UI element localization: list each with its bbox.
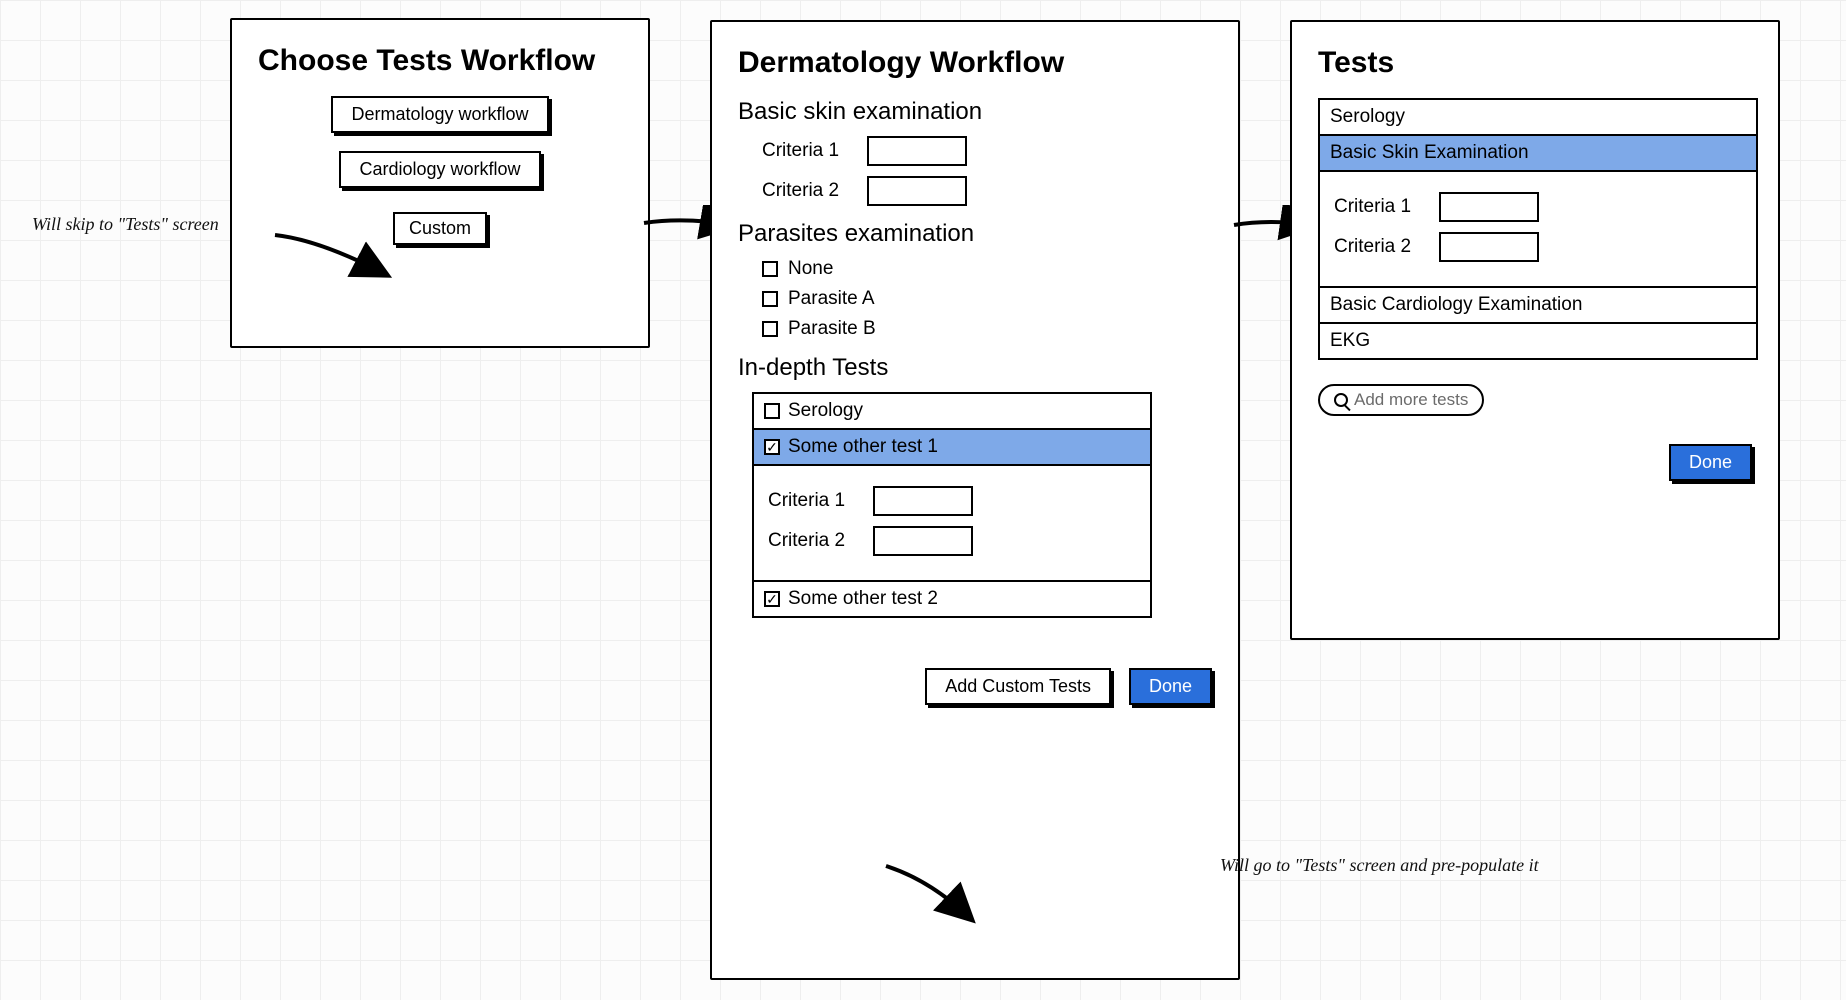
tests-basic-skin-detail: Criteria 1 Criteria 2 bbox=[1320, 172, 1756, 288]
checkbox-other2[interactable] bbox=[764, 591, 780, 607]
indepth-listbox: Serology Some other test 1 Criteria 1 Cr… bbox=[752, 392, 1152, 618]
tests-listbox: Serology Basic Skin Examination Criteria… bbox=[1318, 98, 1758, 360]
basic-skin-criteria2-label: Criteria 2 bbox=[762, 180, 839, 202]
indepth-other2-label: Some other test 2 bbox=[788, 588, 938, 610]
annotation-skip-to-tests: Will skip to "Tests" screen bbox=[32, 214, 219, 235]
indepth-heading: In-depth Tests bbox=[738, 354, 1212, 382]
annotation-prepopulate: Will go to "Tests" screen and pre-popula… bbox=[1220, 855, 1539, 876]
parasite-b-label: Parasite B bbox=[788, 318, 876, 340]
tests-basic-cardiology-label: Basic Cardiology Examination bbox=[1330, 294, 1582, 316]
add-more-tests-search[interactable]: Add more tests bbox=[1318, 384, 1484, 416]
parasite-option-none[interactable]: None bbox=[762, 258, 1212, 280]
search-icon bbox=[1334, 393, 1348, 407]
panel3-done-button[interactable]: Done bbox=[1669, 444, 1752, 481]
checkbox-none[interactable] bbox=[762, 261, 778, 277]
basic-skin-criteria1-label: Criteria 1 bbox=[762, 140, 839, 162]
parasites-heading: Parasites examination bbox=[738, 220, 1212, 248]
indepth-row-serology[interactable]: Serology bbox=[754, 394, 1150, 430]
basic-skin-criteria2-input[interactable] bbox=[867, 176, 967, 206]
indepth-other1-criteria1-label: Criteria 1 bbox=[768, 490, 845, 512]
parasite-option-b[interactable]: Parasite B bbox=[762, 318, 1212, 340]
indepth-other1-criteria1-input[interactable] bbox=[873, 486, 973, 516]
add-more-tests-label: Add more tests bbox=[1354, 390, 1468, 410]
indepth-row-other1[interactable]: Some other test 1 bbox=[754, 430, 1150, 466]
panel1-title: Choose Tests Workflow bbox=[258, 44, 622, 78]
panel3-title: Tests bbox=[1318, 46, 1752, 80]
checkbox-other1[interactable] bbox=[764, 439, 780, 455]
checkbox-parasite-a[interactable] bbox=[762, 291, 778, 307]
indepth-other1-label: Some other test 1 bbox=[788, 436, 938, 458]
basic-skin-heading: Basic skin examination bbox=[738, 98, 1212, 126]
tests-row-serology[interactable]: Serology bbox=[1320, 100, 1756, 136]
panel-choose-tests-workflow: Choose Tests Workflow Dermatology workfl… bbox=[230, 18, 650, 348]
panel-tests: Tests Serology Basic Skin Examination Cr… bbox=[1290, 20, 1780, 640]
dermatology-workflow-button[interactable]: Dermatology workflow bbox=[331, 96, 548, 133]
tests-row-basic-cardiology[interactable]: Basic Cardiology Examination bbox=[1320, 288, 1756, 324]
tests-basic-skin-criteria1-input[interactable] bbox=[1439, 192, 1539, 222]
cardiology-workflow-button[interactable]: Cardiology workflow bbox=[339, 151, 540, 188]
checkbox-serology[interactable] bbox=[764, 403, 780, 419]
panel2-title: Dermatology Workflow bbox=[738, 46, 1212, 80]
tests-row-ekg[interactable]: EKG bbox=[1320, 324, 1756, 358]
tests-ekg-label: EKG bbox=[1330, 330, 1370, 352]
indepth-row-other2[interactable]: Some other test 2 bbox=[754, 582, 1150, 616]
checkbox-parasite-b[interactable] bbox=[762, 321, 778, 337]
basic-skin-criteria1-input[interactable] bbox=[867, 136, 967, 166]
tests-basic-skin-label: Basic Skin Examination bbox=[1330, 142, 1529, 164]
indepth-serology-label: Serology bbox=[788, 400, 863, 422]
parasite-none-label: None bbox=[788, 258, 833, 280]
panel-dermatology-workflow: Dermatology Workflow Basic skin examinat… bbox=[710, 20, 1240, 980]
parasite-a-label: Parasite A bbox=[788, 288, 875, 310]
tests-basic-skin-criteria2-input[interactable] bbox=[1439, 232, 1539, 262]
parasite-option-a[interactable]: Parasite A bbox=[762, 288, 1212, 310]
indepth-other1-criteria2-input[interactable] bbox=[873, 526, 973, 556]
custom-workflow-button[interactable]: Custom bbox=[393, 212, 487, 245]
panel2-done-button[interactable]: Done bbox=[1129, 668, 1212, 705]
indepth-other1-detail: Criteria 1 Criteria 2 bbox=[754, 466, 1150, 582]
tests-row-basic-skin[interactable]: Basic Skin Examination bbox=[1320, 136, 1756, 172]
tests-serology-label: Serology bbox=[1330, 106, 1405, 128]
tests-basic-skin-criteria1-label: Criteria 1 bbox=[1334, 196, 1411, 218]
tests-basic-skin-criteria2-label: Criteria 2 bbox=[1334, 236, 1411, 258]
indepth-other1-criteria2-label: Criteria 2 bbox=[768, 530, 845, 552]
add-custom-tests-button[interactable]: Add Custom Tests bbox=[925, 668, 1111, 705]
